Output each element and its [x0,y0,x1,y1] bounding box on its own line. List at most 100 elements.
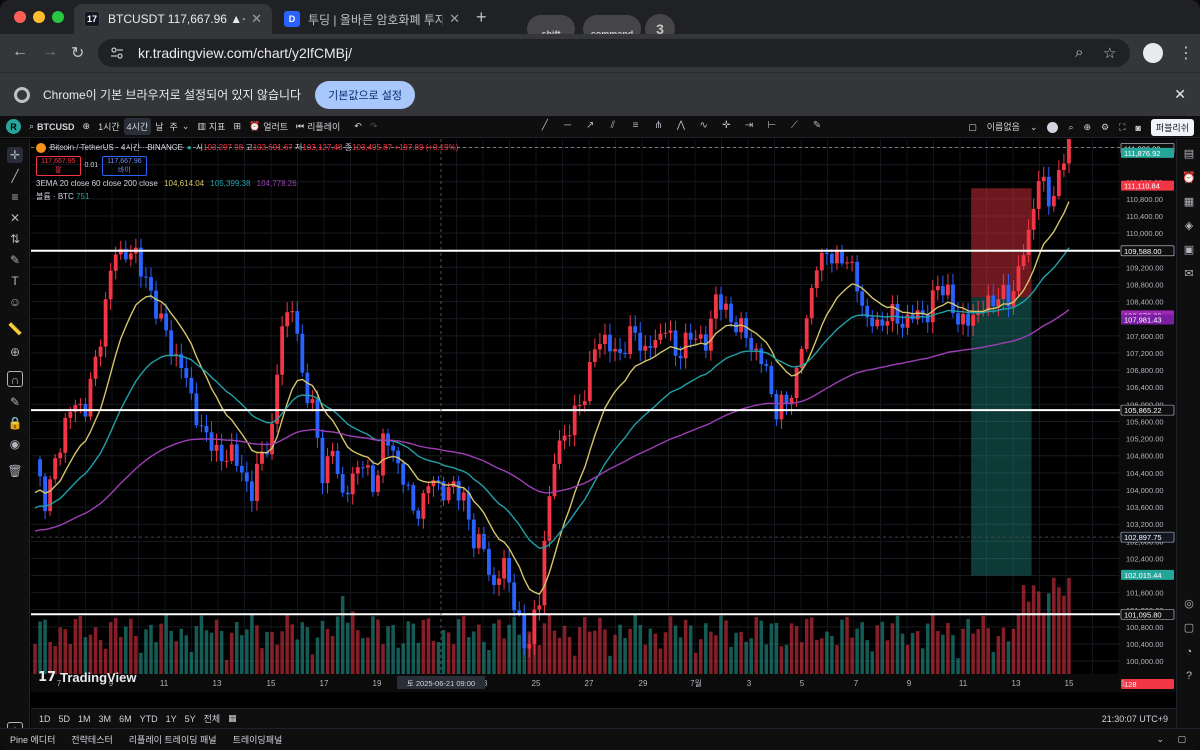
chart-clock[interactable]: 21:30:07 UTC+9 [1102,714,1168,724]
alert-button[interactable]: 얼러트 [263,120,288,133]
maximize-window-button[interactable] [52,11,64,23]
magnet-icon[interactable]: ∩ [7,371,23,387]
trend-line-icon[interactable]: ╱ [536,120,554,134]
chevron-down-icon[interactable]: ⌄ [182,121,190,132]
close-infobar-icon[interactable]: ✕ [1174,86,1186,103]
stay-drawing-icon[interactable]: ✎ [7,394,23,410]
reload-icon[interactable]: ↻ [71,43,84,63]
watchlist-icon[interactable]: ▤ [1182,147,1196,161]
chat-icon[interactable]: ▢ [1182,621,1196,635]
interval-1h[interactable]: 1시간 [98,120,120,133]
alert-icon[interactable]: ⏰ [249,121,260,132]
tab-replay-panel[interactable]: 리플레이 트레이딩 패널 [129,733,217,746]
range-1m[interactable]: 1M [78,714,91,724]
range-1d[interactable]: 1D [39,714,51,724]
address-bar[interactable]: kr.tradingview.com/chart/y2lfCMBj/ [98,39,1130,67]
user-avatar[interactable]: R [6,119,21,134]
crosshair-icon[interactable]: ✛ [7,147,23,163]
tab-pine-editor[interactable]: Pine 에디터 [10,733,55,746]
calendar-icon[interactable]: ▣ [1182,243,1196,257]
replay-button[interactable]: 리플레이 [307,120,340,133]
measure-icon[interactable]: ⟋ [786,120,804,134]
hide-icon[interactable]: ◉ [7,436,23,452]
ruler-icon[interactable]: 📏 [7,321,23,337]
symbol-search-icon[interactable]: ⌕ [29,121,34,132]
compare-symbol-icon[interactable]: ⊕ [83,121,91,132]
notifications-icon[interactable]: ◔ [1182,645,1196,659]
camera-icon[interactable]: ◙ [1135,123,1140,133]
tab-trading-panel[interactable]: 트레이딩패널 [233,733,283,746]
tab-strategy-tester[interactable]: 전략테스터 [71,733,112,746]
price-chart[interactable]: 111,980.00111,200.00110,800.00110,400.00… [31,139,1176,692]
chevron-down-icon[interactable]: ⌄ [1030,122,1038,133]
range-1y[interactable]: 1Y [166,714,177,724]
interval-4h[interactable]: 4시간 [123,118,152,135]
horizontal-ray-icon[interactable]: ─ [559,120,577,134]
symbol-button[interactable]: BTCUSD [37,122,75,132]
range-all[interactable]: 전체 [204,712,221,725]
interval-day[interactable]: 날 [155,120,163,133]
text-icon[interactable]: T [7,273,23,289]
site-settings-icon[interactable] [110,46,124,60]
undo-icon[interactable]: ↶ [354,121,362,132]
trash-icon[interactable]: 🗑 [7,463,23,479]
back-icon[interactable]: ← [12,43,28,61]
fib-retracement-icon[interactable]: ≡ [7,189,23,205]
layers-icon[interactable]: ◈ [1182,219,1196,233]
range-icon[interactable]: ⇥ [740,120,758,134]
publish-button[interactable]: 퍼블리쉬 [1150,119,1194,136]
trend-line-icon[interactable]: ╱ [7,168,23,184]
layout-name[interactable]: 이름없음 [987,123,1020,132]
tab-tooding[interactable]: D 투딩 | 올바른 암호화폐 투자의 모든... ✕ [274,4,470,34]
profile-avatar[interactable] [1143,43,1163,63]
fullscreen-icon[interactable]: ⛶ [1119,122,1125,133]
bookmark-star-icon[interactable]: ☆ [1103,44,1116,62]
replay-icon[interactable]: ⏮ [296,121,304,132]
add-icon[interactable]: ⊕ [1084,122,1092,133]
goto-date-icon[interactable]: ▦ [228,713,237,724]
pitchfork-icon[interactable]: ⋔ [649,120,667,134]
zoom-icon[interactable]: ⌕ [1075,44,1083,61]
arrow-line-icon[interactable]: ↗ [581,120,599,134]
brush-icon[interactable]: ✎ [7,252,23,268]
layout-avatar[interactable] [1047,122,1059,133]
volume-legend[interactable]: 볼륨 · BTC 751 [36,191,458,203]
chart-type-icon[interactable]: ▥ [197,121,206,132]
long-position-icon[interactable]: ⊢ [763,120,781,134]
emoji-icon[interactable]: ☺ [7,294,23,310]
settings-icon[interactable]: ⚙ [1101,122,1109,133]
ideas-icon[interactable]: ✉ [1182,267,1196,281]
range-5d[interactable]: 5D [59,714,71,724]
redo-icon[interactable]: ↷ [370,121,378,132]
search-icon[interactable]: ⌕ [1068,122,1073,133]
close-tab-icon[interactable]: ✕ [449,11,460,27]
pattern-icon[interactable]: ⋀ [672,120,690,134]
sell-button[interactable]: 117,667.95 팔 [36,156,81,176]
layout-icon[interactable]: ▢ [968,122,977,133]
indicators-button[interactable]: 지표 [209,120,226,133]
forecast-icon[interactable]: ⇅ [7,231,23,247]
minimize-window-button[interactable] [33,11,45,23]
range-6m[interactable]: 6M [119,714,132,724]
forward-icon[interactable]: → [42,43,58,61]
dom-icon[interactable]: ◎ [1182,597,1196,611]
new-tab-button[interactable]: + [476,7,487,28]
tab-tradingview[interactable]: 17 BTCUSDT 117,667.96 ▲+0.1... ✕ [74,4,272,34]
collapse-panel-icon[interactable]: ⌄ [1156,734,1164,745]
help-icon[interactable]: ? [1182,669,1196,683]
zoom-in-icon[interactable]: ⊕ [7,344,23,360]
lock-icon[interactable]: 🔒 [7,415,23,431]
pattern-icon[interactable]: ✕ [7,210,23,226]
range-3m[interactable]: 3M [99,714,112,724]
close-window-button[interactable] [14,11,26,23]
fib-icon[interactable]: ≡ [627,120,645,134]
parallel-channel-icon[interactable]: ⫽ [604,120,622,134]
set-default-button[interactable]: 기본값으로 설정 [315,80,415,109]
crosshair-tool-icon[interactable]: ✛ [718,120,736,134]
range-ytd[interactable]: YTD [140,714,158,724]
close-tab-icon[interactable]: ✕ [251,11,262,27]
path-icon[interactable]: ∿ [695,120,713,134]
chart-pane[interactable]: 111,980.00111,200.00110,800.00110,400.00… [31,139,1176,692]
interval-week[interactable]: 주 [170,120,178,133]
data-window-icon[interactable]: ▦ [1182,195,1196,209]
